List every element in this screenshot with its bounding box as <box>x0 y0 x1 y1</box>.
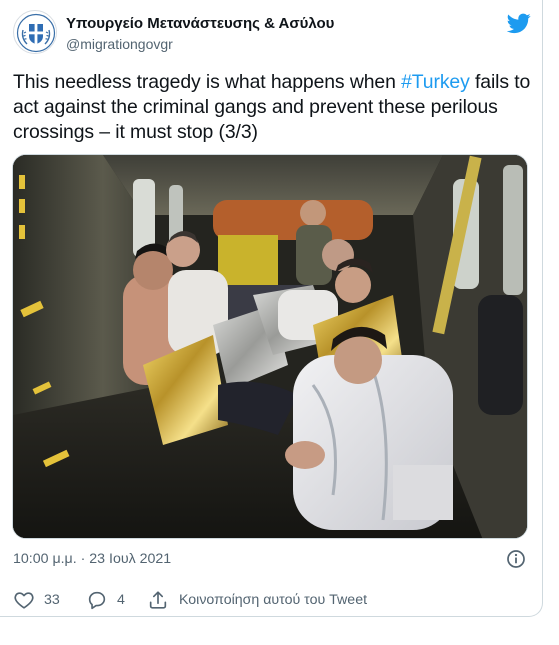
tweet-actions: 33 4 Κοινοποίηση αυτού του Tweet <box>13 589 533 611</box>
share-tweet-button[interactable]: Κοινοποίηση αυτού του Tweet <box>147 589 367 611</box>
greek-coat-of-arms-icon <box>15 12 56 53</box>
reply-count: 4 <box>117 592 125 608</box>
tweet-meta: 10:00 μ.μ. · 23 Ιουλ 2021 <box>13 548 533 570</box>
tweet-photo[interactable] <box>12 154 528 539</box>
account-handle[interactable]: @migrationgovgr <box>66 34 334 54</box>
reply-button[interactable]: 4 <box>86 589 125 611</box>
heart-icon <box>14 592 34 609</box>
tweet-card: Υπουργείο Μετανάστευσης & Ασύλου @migrat… <box>0 0 543 617</box>
account-display-name[interactable]: Υπουργείο Μετανάστευσης & Ασύλου <box>66 14 334 33</box>
share-label: Κοινοποίηση αυτού του Tweet <box>179 592 368 608</box>
like-count: 33 <box>44 592 60 608</box>
account-names: Υπουργείο Μετανάστευσης & Ασύλου @migrat… <box>66 14 334 54</box>
tweet-text-part: This needless tragedy is what happens wh… <box>13 71 402 93</box>
hashtag-link[interactable]: #Turkey <box>401 71 470 93</box>
avatar[interactable] <box>13 10 57 54</box>
tweet-text: This needless tragedy is what happens wh… <box>13 70 533 145</box>
like-button[interactable]: 33 <box>13 589 60 611</box>
tweet-header: Υπουργείο Μετανάστευσης & Ασύλου @migrat… <box>13 10 533 58</box>
info-icon[interactable] <box>506 549 526 569</box>
photo-helicopter-cabin <box>13 155 527 538</box>
share-upload-icon <box>149 591 167 609</box>
tweet-timestamp[interactable]: 10:00 μ.μ. · 23 Ιουλ 2021 <box>13 551 171 567</box>
speech-bubble-icon <box>88 591 106 610</box>
twitter-bird-icon[interactable] <box>507 11 531 35</box>
